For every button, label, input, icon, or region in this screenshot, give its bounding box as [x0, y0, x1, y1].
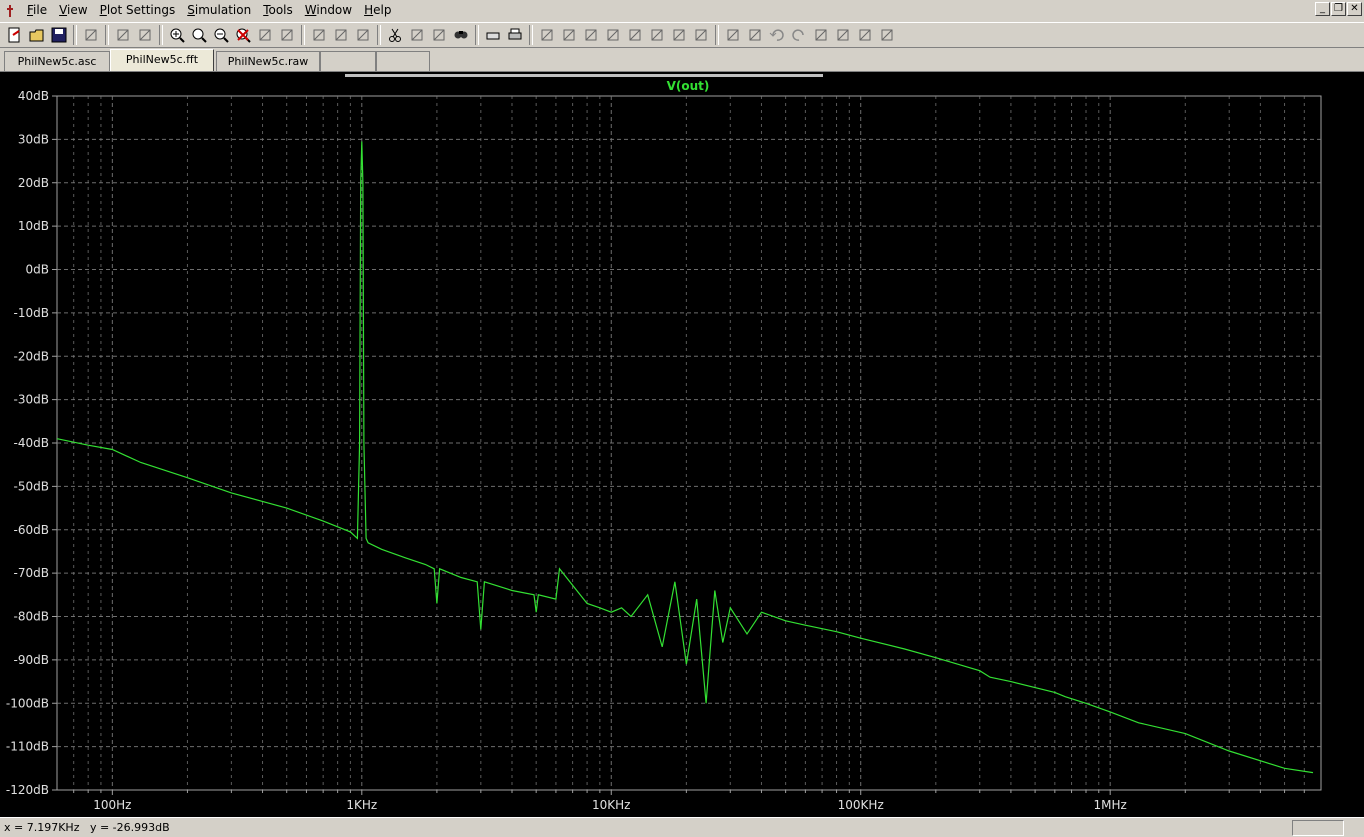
plot-title[interactable]: V(out)	[667, 79, 710, 93]
y-tick-label: -90dB	[14, 653, 49, 667]
move-icon[interactable]	[722, 24, 744, 46]
y-tick-label: -60dB	[14, 523, 49, 537]
menu-plot-settings[interactable]: Plot Settings	[94, 1, 182, 20]
halt-icon[interactable]	[134, 24, 156, 46]
zoom-area-icon[interactable]	[188, 24, 210, 46]
fit-icon[interactable]	[276, 24, 298, 46]
status-bar: x = 7.197KHz y = -26.993dB	[0, 817, 1364, 837]
label-net-icon[interactable]	[580, 24, 602, 46]
diode-icon[interactable]	[668, 24, 690, 46]
y-tick-label: -80dB	[14, 610, 49, 624]
inductor-icon[interactable]	[646, 24, 668, 46]
capacitor-icon[interactable]	[624, 24, 646, 46]
text-icon[interactable]	[854, 24, 876, 46]
run-icon[interactable]	[112, 24, 134, 46]
tab-philnew5c-asc[interactable]: PhilNew5c.asc	[4, 51, 110, 71]
print-icon[interactable]	[504, 24, 526, 46]
print-preview-icon[interactable]	[482, 24, 504, 46]
toolbar-separator	[529, 25, 533, 45]
window-controls: _ ❐ ✕	[1315, 2, 1362, 16]
spice-directive-icon[interactable]	[876, 24, 898, 46]
menu-view[interactable]: View	[53, 1, 93, 20]
zoom-cancel-icon[interactable]	[232, 24, 254, 46]
toolbar-separator	[301, 25, 305, 45]
y-tick-label: -10dB	[14, 306, 49, 320]
y-tick-label: -40dB	[14, 436, 49, 450]
y-tick-label: 40dB	[18, 89, 49, 103]
copy-icon[interactable]	[406, 24, 428, 46]
toolbar-separator	[715, 25, 719, 45]
x-tick-label: 100Hz	[93, 798, 131, 812]
y-tick-label: -120dB	[6, 783, 49, 797]
y-tick-label: -70dB	[14, 566, 49, 580]
tab-philnew5c-raw[interactable]: PhilNew5c.raw	[216, 51, 320, 71]
toolbar-separator	[377, 25, 381, 45]
zoom-in-icon[interactable]	[166, 24, 188, 46]
plot-scrollbar[interactable]	[345, 74, 823, 77]
cascade-icon[interactable]	[330, 24, 352, 46]
resistor-icon[interactable]	[602, 24, 624, 46]
undo-icon[interactable]	[766, 24, 788, 46]
menu-file[interactable]: File	[21, 1, 53, 20]
paste-icon[interactable]	[428, 24, 450, 46]
y-tick-label: -50dB	[14, 479, 49, 493]
drag-icon[interactable]	[744, 24, 766, 46]
menu-bar: File View Plot Settings Simulation Tools…	[0, 0, 1364, 21]
x-tick-label: 100KHz	[838, 798, 884, 812]
fft-plot[interactable]: V(out) 40dB 30dB 20dB 10dB 0dB -10dB -20dB -30d…	[0, 72, 1364, 817]
y-tick-label: 10dB	[18, 219, 49, 233]
find-icon[interactable]	[450, 24, 472, 46]
tab-philnew5c-fft[interactable]: PhilNew5c.fft	[110, 49, 214, 71]
tile-vertical-icon[interactable]	[352, 24, 374, 46]
redo-icon[interactable]	[788, 24, 810, 46]
close-icon[interactable]: ✕	[1347, 2, 1362, 16]
cursor-readout: x = 7.197KHz y = -26.993dB	[4, 821, 170, 834]
trace-v-out	[56, 141, 1314, 774]
plot-pane[interactable]: V(out) 40dB 30dB 20dB 10dB 0dB -10dB -20dB -30d…	[0, 72, 1364, 817]
y-tick-label: -30dB	[14, 393, 49, 407]
mirror-icon[interactable]	[832, 24, 854, 46]
y-tick-label: 30dB	[18, 132, 49, 146]
component-icon[interactable]	[690, 24, 712, 46]
cut-icon[interactable]	[384, 24, 406, 46]
tile-horizontal-icon[interactable]	[308, 24, 330, 46]
toolbar-separator	[105, 25, 109, 45]
x-tick-label: 10KHz	[592, 798, 630, 812]
tab-bar: PhilNew5c.asc PhilNew5c.fft PhilNew5c.ra…	[0, 49, 1364, 72]
y-tick-label: 0dB	[26, 263, 49, 277]
new-schematic-icon[interactable]	[4, 24, 26, 46]
restore-icon[interactable]: ❐	[1331, 2, 1346, 16]
y-tick-label: 20dB	[18, 176, 49, 190]
y-tick-label: -100dB	[6, 696, 49, 710]
control-panel-icon[interactable]	[80, 24, 102, 46]
save-icon[interactable]	[48, 24, 70, 46]
status-panel	[1292, 820, 1344, 836]
open-icon[interactable]	[26, 24, 48, 46]
menu-help[interactable]: Help	[358, 1, 397, 20]
app-icon[interactable]	[3, 4, 17, 18]
x-tick-label: 1KHz	[346, 798, 377, 812]
zoom-out-icon[interactable]	[210, 24, 232, 46]
menu-simulation[interactable]: Simulation	[181, 1, 257, 20]
toolbar-separator	[159, 25, 163, 45]
y-tick-label: -20dB	[14, 349, 49, 363]
tab-empty-1[interactable]	[320, 51, 376, 71]
y-tick-label: -110dB	[6, 740, 49, 754]
toolbar	[0, 22, 1364, 48]
toolbar-separator	[73, 25, 77, 45]
toolbar-separator	[475, 25, 479, 45]
menu-window[interactable]: Window	[299, 1, 358, 20]
menu-tools[interactable]: Tools	[257, 1, 299, 20]
minimize-icon[interactable]: _	[1315, 2, 1330, 16]
tab-empty-2[interactable]	[376, 51, 430, 71]
ground-icon[interactable]	[558, 24, 580, 46]
rotate-icon[interactable]	[810, 24, 832, 46]
wire-icon[interactable]	[536, 24, 558, 46]
x-tick-label: 1MHz	[1094, 798, 1127, 812]
autorange-icon[interactable]	[254, 24, 276, 46]
